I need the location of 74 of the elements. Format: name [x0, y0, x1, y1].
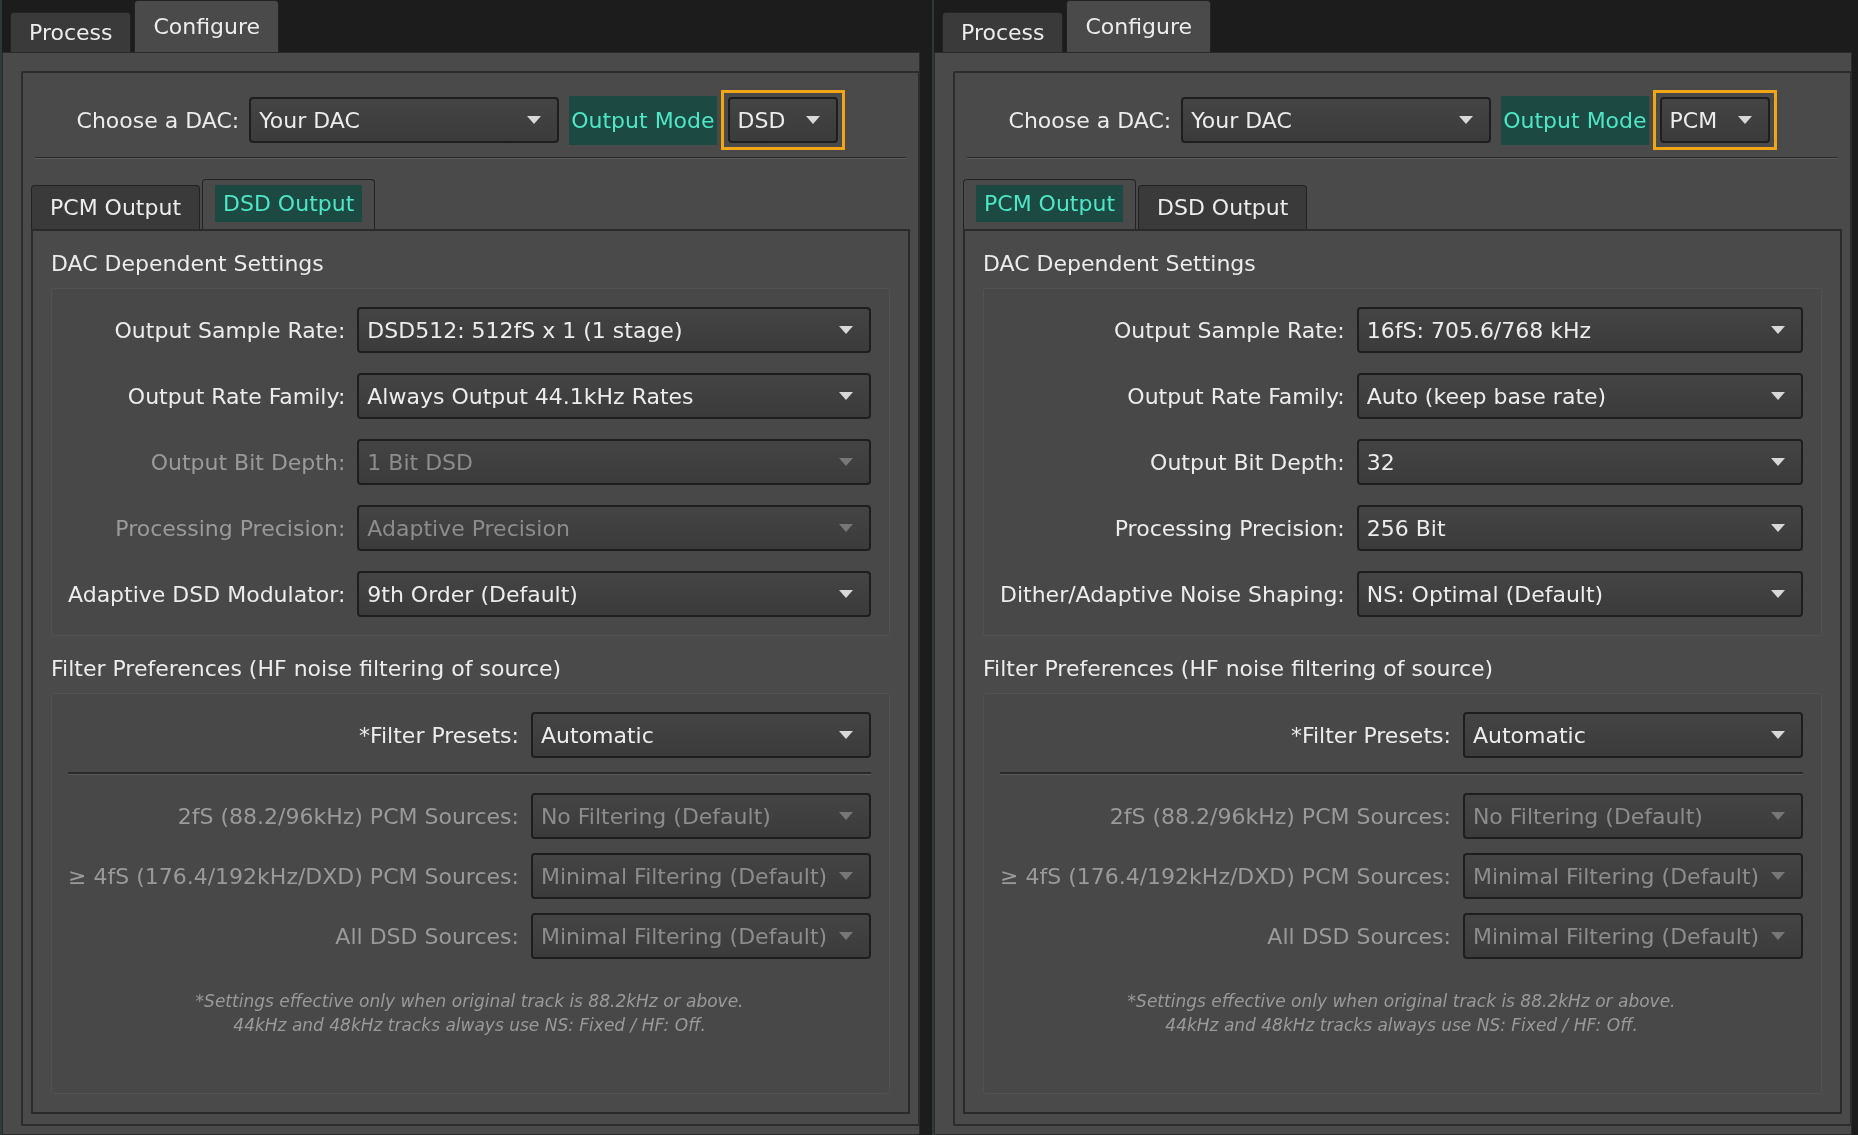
- caret-icon: [1771, 872, 1786, 880]
- tab[interactable]: DSD Output: [202, 179, 376, 229]
- tab[interactable]: Configure: [134, 0, 280, 52]
- setting-dropdown[interactable]: 9th Order (Default): [357, 571, 872, 617]
- footnote: *Settings effective only when original track is 88.2kHz or above.: [195, 990, 744, 1013]
- caret-icon: [839, 590, 854, 598]
- tab[interactable]: DSD Output: [1138, 185, 1308, 229]
- setting-label: Output Bit Depth:: [149, 449, 346, 475]
- setting-label: ≥ 4fS (176.4/192kHz/DXD) PCM Sources:: [68, 863, 519, 889]
- dac-dropdown[interactable]: Your DAC: [249, 97, 560, 143]
- caret-icon: [1771, 812, 1786, 820]
- caret-icon: [1771, 524, 1786, 532]
- setting-label: Output Sample Rate:: [113, 317, 346, 343]
- setting-label: All DSD Sources:: [1266, 923, 1451, 949]
- setting-dropdown[interactable]: DSD512: 512fS x 1 (1 stage): [357, 307, 872, 353]
- dac-label: Choose a DAC:: [76, 107, 240, 133]
- footnote: 44kHz and 48kHz tracks always use NS: Fixed / HF: Off.: [233, 1014, 706, 1037]
- setting-label: 2fS (88.2/96kHz) PCM Sources:: [176, 803, 519, 829]
- setting-label: All DSD Sources:: [334, 923, 519, 949]
- caret-icon: [1771, 458, 1786, 466]
- dac-label: Choose a DAC:: [1008, 107, 1172, 133]
- caret-icon: [1737, 116, 1752, 124]
- output-mode-label: Output Mode: [569, 95, 717, 145]
- caret-icon: [1771, 590, 1786, 598]
- setting-label: Output Sample Rate:: [1113, 317, 1345, 343]
- setting-dropdown[interactable]: 256 Bit: [1356, 505, 1804, 551]
- setting-label: Output Rate Family:: [1126, 383, 1345, 409]
- setting-dropdown[interactable]: 16fS: 705.6/768 kHz: [1356, 307, 1804, 353]
- setting-dropdown[interactable]: 32: [1356, 439, 1804, 485]
- caret-icon: [839, 392, 854, 400]
- caret-icon: [1459, 116, 1474, 124]
- caret-icon: [839, 524, 854, 532]
- setting-dropdown[interactable]: Always Output 44.1kHz Rates: [357, 373, 872, 419]
- caret-icon: [1771, 731, 1786, 739]
- section-title: DAC Dependent Settings: [51, 251, 325, 276]
- caret-icon: [1771, 326, 1786, 334]
- caret-icon: [839, 731, 854, 739]
- caret-icon: [839, 872, 854, 880]
- setting-label: 2fS (88.2/96kHz) PCM Sources:: [1108, 803, 1451, 829]
- setting-label: *Filter Presets:: [357, 722, 519, 748]
- section-title: Filter Preferences (HF noise filtering of source): [983, 656, 1495, 681]
- setting-label: Processing Precision:: [1113, 515, 1345, 541]
- setting-label: ≥ 4fS (176.4/192kHz/DXD) PCM Sources:: [1000, 863, 1451, 889]
- tab[interactable]: Configure: [1066, 0, 1212, 52]
- output-mode-dropdown[interactable]: DSD: [727, 97, 838, 143]
- caret-icon: [839, 458, 854, 466]
- caret-icon: [839, 326, 854, 334]
- setting-label: Output Rate Family:: [126, 383, 346, 409]
- setting-label: Processing Precision:: [114, 515, 346, 541]
- tab[interactable]: PCM Output: [963, 179, 1137, 229]
- caret-icon: [1771, 392, 1786, 400]
- dac-dropdown[interactable]: Your DAC: [1181, 97, 1492, 143]
- tab[interactable]: Process: [942, 12, 1064, 52]
- preset-dropdown[interactable]: Automatic: [1462, 712, 1804, 758]
- footnote: 44kHz and 48kHz tracks always use NS: Fixed / HF: Off.: [1165, 1014, 1638, 1037]
- setting-dropdown[interactable]: Auto (keep base rate): [1356, 373, 1804, 419]
- tab[interactable]: PCM Output: [31, 185, 201, 229]
- caret-icon: [839, 812, 854, 820]
- caret-icon: [527, 116, 542, 124]
- preset-dropdown[interactable]: Automatic: [530, 712, 872, 758]
- caret-icon: [805, 116, 820, 124]
- setting-label: Output Bit Depth:: [1149, 449, 1345, 475]
- setting-label: Dither/Adaptive Noise Shaping:: [1000, 581, 1345, 607]
- output-mode-label: Output Mode: [1501, 95, 1649, 145]
- section-title: Filter Preferences (HF noise filtering of source): [51, 656, 563, 681]
- caret-icon: [839, 932, 854, 940]
- section-title: DAC Dependent Settings: [983, 251, 1257, 276]
- caret-icon: [1771, 932, 1786, 940]
- setting-label: Adaptive DSD Modulator:: [68, 581, 346, 607]
- output-mode-dropdown[interactable]: PCM: [1659, 97, 1770, 143]
- tab[interactable]: Process: [10, 12, 132, 52]
- setting-dropdown[interactable]: NS: Optimal (Default): [1356, 571, 1804, 617]
- footnote: *Settings effective only when original track is 88.2kHz or above.: [1127, 990, 1676, 1013]
- setting-label: *Filter Presets:: [1289, 722, 1451, 748]
